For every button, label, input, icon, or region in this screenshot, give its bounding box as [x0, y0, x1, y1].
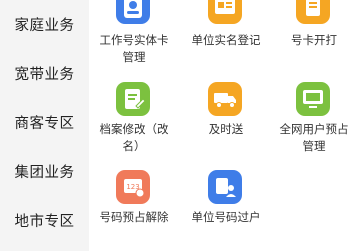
tile-network-user-reserve[interactable]: 全网用户预占 管理 — [269, 80, 359, 160]
monitor-icon — [296, 82, 330, 116]
category-sidebar: 家庭业务 宽带业务 商客专区 集团业务 地市专区 — [0, 0, 89, 251]
sidebar-item-label: 地市专区 — [14, 213, 75, 230]
unlock-number-icon: 123 — [116, 170, 150, 204]
registration-card-icon — [208, 0, 242, 24]
tile-label: 及时送 — [208, 122, 244, 136]
tile-label: 全网用户预占 管理 — [279, 122, 349, 153]
tile-label: 号码预占解除 — [99, 210, 169, 224]
edit-file-icon — [116, 82, 150, 116]
tile-label: 工作号实体卡 管理 — [99, 33, 169, 64]
sidebar-item-merchant[interactable]: 商客专区 — [0, 98, 89, 146]
sidebar-item-group-business[interactable]: 集团业务 — [0, 147, 89, 195]
tile-label: 单位实名登记 — [191, 33, 261, 47]
sidebar-item-label: 家庭业务 — [14, 17, 75, 34]
document-icon — [296, 0, 330, 24]
sidebar-item-label: 商客专区 — [14, 115, 75, 132]
sidebar-item-label: 集团业务 — [14, 164, 75, 181]
id-card-icon — [116, 0, 150, 24]
function-grid: 工作号实体卡 管理 单位实名登记 号卡开打 档案修改（改 名） 及时送 全网用户… — [89, 0, 360, 251]
tile-archive-edit[interactable]: 档案修改（改 名） — [89, 80, 179, 160]
tile-label: 号卡开打 — [291, 33, 337, 47]
tile-number-card-open[interactable]: 号卡开打 — [269, 0, 359, 62]
tile-work-number-sim[interactable]: 工作号实体卡 管理 — [89, 0, 179, 64]
tile-label: 单位号码过户 — [191, 210, 261, 224]
sidebar-item-city[interactable]: 地市专区 — [0, 196, 89, 244]
sidebar-item-home-business[interactable]: 家庭业务 — [0, 0, 89, 48]
tile-label: 档案修改（改 名） — [99, 122, 169, 153]
truck-icon — [208, 82, 242, 116]
tile-unit-number-transfer[interactable]: 单位号码过户 — [181, 168, 271, 230]
sidebar-item-label: 宽带业务 — [14, 66, 75, 83]
tile-number-reserve-release[interactable]: 123 号码预占解除 — [89, 168, 179, 230]
sidebar-item-broadband[interactable]: 宽带业务 — [0, 49, 89, 97]
tile-timely-delivery[interactable]: 及时送 — [181, 80, 271, 160]
tile-unit-real-name[interactable]: 单位实名登记 — [181, 0, 271, 62]
transfer-icon — [208, 170, 242, 204]
